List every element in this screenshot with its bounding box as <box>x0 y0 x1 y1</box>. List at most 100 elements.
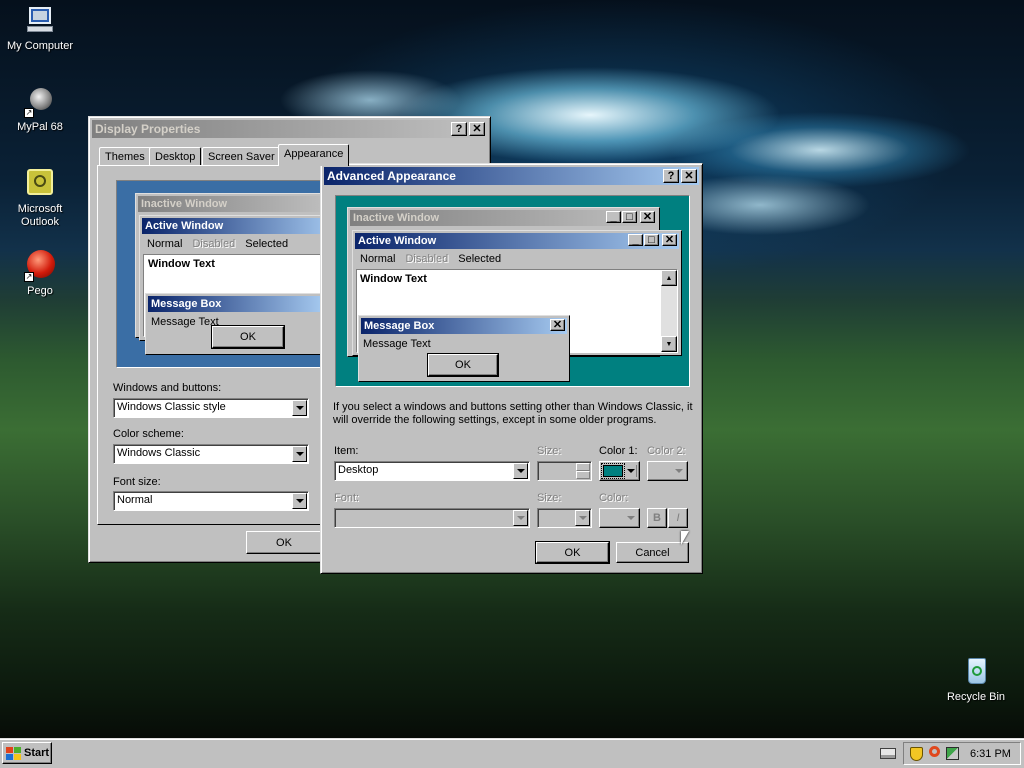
close-icon: ✕ <box>640 211 655 223</box>
item-select[interactable]: Desktop <box>334 461 530 481</box>
spinner-up-icon[interactable] <box>576 463 590 471</box>
desktop-icon-outlook[interactable]: Microsoft Outlook <box>0 168 80 229</box>
menu-normal: Normal <box>147 238 183 250</box>
keyboard-icon[interactable] <box>880 748 896 759</box>
menu-normal: Normal <box>360 253 396 265</box>
font-color-button[interactable] <box>599 508 640 528</box>
preview-active-titlebar: Active Window _ □ ✕ <box>355 233 679 249</box>
start-label: Start <box>24 747 50 759</box>
chevron-down-icon[interactable] <box>513 510 528 526</box>
advanced-cancel-button[interactable]: Cancel <box>616 542 689 563</box>
windows-buttons-label: Windows and buttons: <box>113 382 222 394</box>
font-size-select[interactable]: Normal <box>113 491 309 511</box>
window-title: Display Properties <box>95 122 201 136</box>
preview-active-title: Active Window <box>142 218 336 234</box>
bold-button[interactable]: B <box>647 508 667 528</box>
advanced-appearance-titlebar[interactable]: Advanced Appearance ? ✕ <box>324 167 699 185</box>
desktop-icon-label: Microsoft Outlook <box>17 203 63 228</box>
outlook-icon <box>24 168 56 200</box>
font-select[interactable] <box>334 508 530 528</box>
menu-selected: Selected <box>458 253 502 265</box>
chevron-down-icon[interactable] <box>575 510 590 526</box>
windows-buttons-value: Windows Classic style <box>117 401 226 413</box>
menu-selected: Selected <box>245 238 289 250</box>
preview-ok-button: OK <box>427 353 499 377</box>
chevron-down-icon[interactable] <box>292 493 307 509</box>
system-tray: 6:31 PM <box>903 742 1021 765</box>
color1-label: Color 1: <box>599 445 638 457</box>
desktop-icon-my-computer[interactable]: My Computer <box>0 5 80 53</box>
help-button[interactable]: ? <box>451 122 467 136</box>
chevron-down-icon <box>675 469 683 473</box>
mypal-icon: ↗ <box>24 86 56 118</box>
maximize-icon: □ <box>644 234 659 246</box>
advanced-appearance-window: Advanced Appearance ? ✕ Inactive Window … <box>320 163 703 574</box>
tab-desktop[interactable]: Desktop <box>149 147 202 166</box>
close-button[interactable]: ✕ <box>681 169 697 183</box>
menu-disabled: Disabled <box>192 238 236 250</box>
chevron-down-icon[interactable] <box>513 463 528 479</box>
recycle-bin-icon <box>960 656 992 688</box>
windows-buttons-select[interactable]: Windows Classic style <box>113 398 309 418</box>
minimize-icon: _ <box>628 234 643 246</box>
security-shield-icon[interactable] <box>910 747 923 761</box>
advanced-ok-button[interactable]: OK <box>535 541 610 564</box>
chevron-down-icon <box>627 516 635 520</box>
color-scheme-select[interactable]: Windows Classic <box>113 444 309 464</box>
desktop-icon-pego[interactable]: ↗ Pego <box>0 250 80 298</box>
minimize-icon: _ <box>606 211 621 223</box>
font-size-select[interactable] <box>537 508 592 528</box>
start-button[interactable]: Start <box>2 742 52 764</box>
desktop-icon-label: My Computer <box>6 40 74 52</box>
menu-disabled: Disabled <box>405 253 449 265</box>
desktop-icon-label: MyPal 68 <box>17 121 63 133</box>
tab-appearance[interactable]: Appearance <box>278 144 350 166</box>
preview-message-text: Message Text <box>363 338 431 350</box>
preview-inactive-titlebar: Inactive Window _ □ ✕ <box>350 210 657 226</box>
color2-button[interactable] <box>647 461 688 481</box>
close-button[interactable]: ✕ <box>469 122 485 136</box>
help-button[interactable]: ? <box>663 169 679 183</box>
color2-label: Color 2: <box>647 445 686 457</box>
preview-window-text: Window Text <box>360 273 427 285</box>
tab-themes[interactable]: Themes <box>99 147 151 166</box>
advanced-preview[interactable]: Inactive Window _ □ ✕ Active Window _ □ … <box>335 195 690 387</box>
color-scheme-label: Color scheme: <box>113 428 184 440</box>
spinner-down-icon[interactable] <box>576 471 590 479</box>
preview-scrollbar: ▲ ▼ <box>661 270 677 352</box>
font-size-label: Size: <box>537 492 562 504</box>
desktop-icon-recycle-bin[interactable]: Recycle Bin <box>936 656 1016 704</box>
my-computer-icon <box>24 5 56 37</box>
display-ok-button[interactable]: OK <box>246 531 322 554</box>
display-properties-titlebar[interactable]: Display Properties ? ✕ <box>92 120 487 138</box>
chevron-down-icon[interactable] <box>292 446 307 462</box>
preview-message-title: Message Box <box>148 296 324 312</box>
item-label: Item: <box>334 445 359 457</box>
chevron-down-icon[interactable] <box>292 400 307 416</box>
clock[interactable]: 6:31 PM <box>970 748 1011 760</box>
desktop-icon-label: Recycle Bin <box>946 691 1006 703</box>
tab-screen-saver[interactable]: Screen Saver <box>202 147 281 166</box>
network-icon[interactable] <box>946 747 959 760</box>
preview-inactive-title: Inactive Window <box>138 196 332 212</box>
chevron-down-icon <box>627 469 635 473</box>
preview-message-box: Message Box ✕ Message Text OK <box>358 315 570 382</box>
maximize-icon: □ <box>622 211 637 223</box>
item-value: Desktop <box>338 464 379 476</box>
preview-menu: Normal Disabled Selected <box>142 238 293 250</box>
search-icon[interactable] <box>929 746 940 757</box>
color1-button[interactable] <box>599 461 640 481</box>
preview-message-text: Message Text <box>151 316 219 328</box>
preview-message-titlebar: Message Box ✕ <box>361 318 567 334</box>
italic-button[interactable]: I <box>668 508 688 528</box>
font-label: Font: <box>334 492 360 504</box>
item-size-spinner[interactable] <box>537 461 592 481</box>
desktop-icon-mypal[interactable]: ↗ MyPal 68 <box>0 86 80 134</box>
taskbar: Start 6:31 PM <box>0 738 1024 768</box>
preview-inactive-title: Inactive Window <box>353 212 440 224</box>
preview-active-title: Active Window <box>358 235 437 247</box>
windows-logo-icon <box>6 746 21 760</box>
close-icon: ✕ <box>550 319 565 331</box>
font-size-value: Normal <box>117 494 153 506</box>
scroll-up-icon: ▲ <box>661 270 677 286</box>
